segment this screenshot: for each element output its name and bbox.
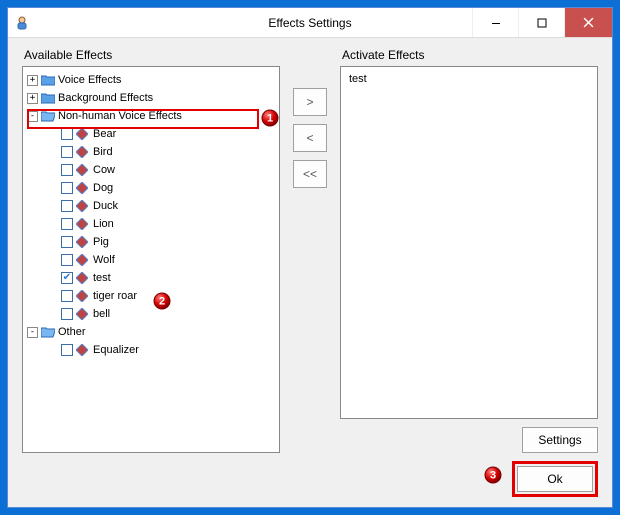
tree-item[interactable]: Dog xyxy=(47,179,275,197)
activate-list[interactable]: test xyxy=(340,66,598,419)
remove-button[interactable]: < xyxy=(293,124,327,152)
effect-icon xyxy=(76,146,90,158)
tree-item[interactable]: bell xyxy=(47,305,275,323)
tree-category-voice[interactable]: + Voice Effects xyxy=(27,71,275,89)
tree-item-label: Bird xyxy=(93,143,113,161)
effect-icon xyxy=(76,272,90,284)
effects-tree: + Voice Effects + xyxy=(27,71,275,359)
checkbox[interactable] xyxy=(61,128,73,140)
tree-item[interactable]: Lion xyxy=(47,215,275,233)
checkbox-checked[interactable]: ✔ xyxy=(61,272,73,284)
tree-label: Voice Effects xyxy=(58,71,121,89)
close-button[interactable] xyxy=(564,8,612,37)
tree-label: Other xyxy=(58,323,86,341)
folder-open-icon xyxy=(41,110,55,122)
tree-item-label: test xyxy=(93,269,111,287)
tree-item-label: bell xyxy=(93,305,110,323)
callout-3-icon: 3 xyxy=(484,466,502,484)
tree-item-test[interactable]: ✔ test xyxy=(47,269,275,287)
client-area: Available Effects + Voice Effects xyxy=(8,38,612,507)
folder-icon xyxy=(41,92,55,104)
columns: Available Effects + Voice Effects xyxy=(22,48,598,453)
tree-item-label: Equalizer xyxy=(93,341,139,359)
effect-icon xyxy=(76,308,90,320)
minimize-button[interactable] xyxy=(472,8,518,37)
remove-all-button[interactable]: << xyxy=(293,160,327,188)
checkbox[interactable] xyxy=(61,146,73,158)
tree-category-background[interactable]: + Background Effects xyxy=(27,89,275,107)
tree-item[interactable]: Equalizer xyxy=(47,341,275,359)
tree-item-label: tiger roar xyxy=(93,287,137,305)
tree-item-label: Bear xyxy=(93,125,116,143)
app-icon xyxy=(14,15,30,31)
maximize-button[interactable] xyxy=(518,8,564,37)
checkbox[interactable] xyxy=(61,218,73,230)
checkbox[interactable] xyxy=(61,236,73,248)
settings-button[interactable]: Settings xyxy=(522,427,598,453)
available-tree[interactable]: + Voice Effects + xyxy=(22,66,280,453)
activate-effects-pane: Activate Effects test Settings xyxy=(340,48,598,453)
bottom-buttons: 3 Ok xyxy=(22,461,598,497)
ok-button[interactable]: Ok xyxy=(517,466,593,492)
expand-icon[interactable]: + xyxy=(27,93,38,104)
checkbox[interactable] xyxy=(61,254,73,266)
tree-item[interactable]: Bear xyxy=(47,125,275,143)
available-label: Available Effects xyxy=(22,48,280,62)
effect-icon xyxy=(76,236,90,248)
folder-icon xyxy=(41,74,55,86)
collapse-icon[interactable]: - xyxy=(27,327,38,338)
checkbox[interactable] xyxy=(61,164,73,176)
expand-icon[interactable]: + xyxy=(27,75,38,86)
available-effects-pane: Available Effects + Voice Effects xyxy=(22,48,280,453)
tree-item-label: Duck xyxy=(93,197,118,215)
transfer-buttons: > < << xyxy=(290,48,330,453)
tree-item-label: Lion xyxy=(93,215,114,233)
checkbox[interactable] xyxy=(61,182,73,194)
tree-item[interactable]: Duck xyxy=(47,197,275,215)
checkbox[interactable] xyxy=(61,290,73,302)
highlight-box-ok: Ok xyxy=(512,461,598,497)
tree-item[interactable]: tiger roar xyxy=(47,287,275,305)
activate-label: Activate Effects xyxy=(340,48,598,62)
tree-item[interactable]: Wolf xyxy=(47,251,275,269)
effect-icon xyxy=(76,218,90,230)
checkbox[interactable] xyxy=(61,308,73,320)
checkbox[interactable] xyxy=(61,200,73,212)
tree-item-label: Cow xyxy=(93,161,115,179)
tree-item[interactable]: Bird xyxy=(47,143,275,161)
folder-open-icon xyxy=(41,326,55,338)
tree-item[interactable]: Pig xyxy=(47,233,275,251)
titlebar: Effects Settings xyxy=(8,8,612,38)
effect-icon xyxy=(76,164,90,176)
checkbox[interactable] xyxy=(61,344,73,356)
effect-icon xyxy=(76,182,90,194)
add-button[interactable]: > xyxy=(293,88,327,116)
equalizer-icon xyxy=(76,344,90,356)
tree-item[interactable]: Cow xyxy=(47,161,275,179)
tree-label: Background Effects xyxy=(58,89,153,107)
tree-category-other[interactable]: - Other xyxy=(27,323,275,341)
effect-icon xyxy=(76,290,90,302)
effect-icon xyxy=(76,128,90,140)
tree-item-label: Wolf xyxy=(93,251,115,269)
tree-item-label: Pig xyxy=(93,233,109,251)
effect-icon xyxy=(76,200,90,212)
tree-category-nonhuman[interactable]: - Non-human Voice Effects xyxy=(27,107,275,125)
svg-text:3: 3 xyxy=(490,470,496,482)
tree-item-label: Dog xyxy=(93,179,113,197)
window-controls xyxy=(472,8,612,37)
collapse-icon[interactable]: - xyxy=(27,111,38,122)
list-item[interactable]: test xyxy=(345,71,593,87)
window: Effects Settings Available Effects xyxy=(7,7,613,508)
tree-label: Non-human Voice Effects xyxy=(58,107,182,125)
effect-icon xyxy=(76,254,90,266)
